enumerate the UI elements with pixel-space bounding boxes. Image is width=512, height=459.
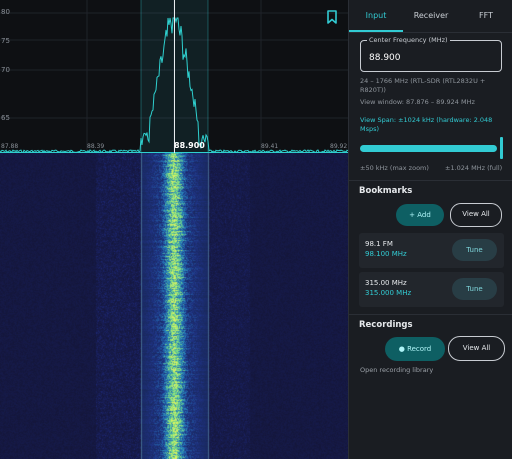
freq-tick-88.39: 88.39 <box>87 143 105 150</box>
view-span-slider-track[interactable] <box>360 145 497 152</box>
db-label-70: 70 <box>1 66 10 74</box>
center-frequency-input[interactable]: 88.900 <box>369 53 401 64</box>
freq-tick-89.92: 89.92 <box>330 143 348 150</box>
add-bookmark-button[interactable]: + Add <box>396 204 444 226</box>
divider <box>349 314 512 315</box>
bookmark-frequency: 315.000 MHz <box>365 289 412 297</box>
center-frequency-label: Center Frequency (MHz) <box>367 36 450 45</box>
db-label-75: 75 <box>1 37 10 45</box>
spectrum-graph <box>0 0 348 153</box>
recordings-title: Recordings <box>359 320 413 330</box>
record-button[interactable]: ● Record <box>385 337 445 361</box>
device-info-line2: R820T)) <box>360 86 386 94</box>
view-span-label-line1: View Span: ±1024 kHz (hardware: 2.048 <box>360 116 493 124</box>
db-label-80: 80 <box>1 8 10 16</box>
view-all-recordings-button[interactable]: View All <box>448 336 505 361</box>
tabs-divider <box>349 32 512 33</box>
tab-receiver[interactable]: Receiver <box>403 0 459 32</box>
view-window-text: View window: 87.876 – 89.924 MHz <box>360 98 475 106</box>
tune-button[interactable]: Tune <box>452 278 497 300</box>
bookmarks-title: Bookmarks <box>359 186 413 196</box>
open-recording-library-link[interactable]: Open recording library <box>360 366 433 375</box>
waterfall-display[interactable] <box>0 153 348 459</box>
bookmark-item[interactable]: 98.1 FM 98.100 MHz Tune <box>359 233 504 268</box>
waterfall-canvas <box>0 153 348 459</box>
bookmark-icon[interactable] <box>326 10 338 24</box>
freq-tick-87.88: 87.88 <box>1 143 19 150</box>
bookmark-item[interactable]: 315.00 MHz 315.000 MHz Tune <box>359 272 504 307</box>
bookmark-name: 315.00 MHz <box>365 279 407 287</box>
spectrum-waterfall-view[interactable]: 80 75 70 65 87.88 88.39 88.900 89.41 89.… <box>0 0 348 459</box>
view-span-slider-thumb[interactable] <box>500 137 503 159</box>
span-max-label: ±1.024 MHz (full) <box>445 164 503 172</box>
tab-input[interactable]: Input <box>349 0 403 32</box>
tune-button[interactable]: Tune <box>452 239 497 261</box>
db-label-65: 65 <box>1 114 10 122</box>
center-frequency-marker-label: 88.900 <box>174 141 205 150</box>
bookmark-name: 98.1 FM <box>365 240 393 248</box>
view-all-bookmarks-button[interactable]: View All <box>450 203 502 227</box>
freq-tick-89.41: 89.41 <box>261 143 279 150</box>
span-min-label: ±50 kHz (max zoom) <box>360 164 429 172</box>
center-frequency-field[interactable]: Center Frequency (MHz) 88.900 <box>360 36 502 72</box>
device-info-line1: 24 – 1766 MHz (RTL-SDR (RTL2832U + <box>360 77 486 85</box>
bookmark-frequency: 98.100 MHz <box>365 250 407 258</box>
divider <box>349 180 512 181</box>
view-span-label-line2: Msps) <box>360 125 380 133</box>
control-panel: Input Receiver FFT Center Frequency (MHz… <box>348 0 512 459</box>
tab-fft[interactable]: FFT <box>459 0 512 32</box>
spectrum-plot[interactable]: 80 75 70 65 87.88 88.39 88.900 89.41 89.… <box>0 0 348 153</box>
